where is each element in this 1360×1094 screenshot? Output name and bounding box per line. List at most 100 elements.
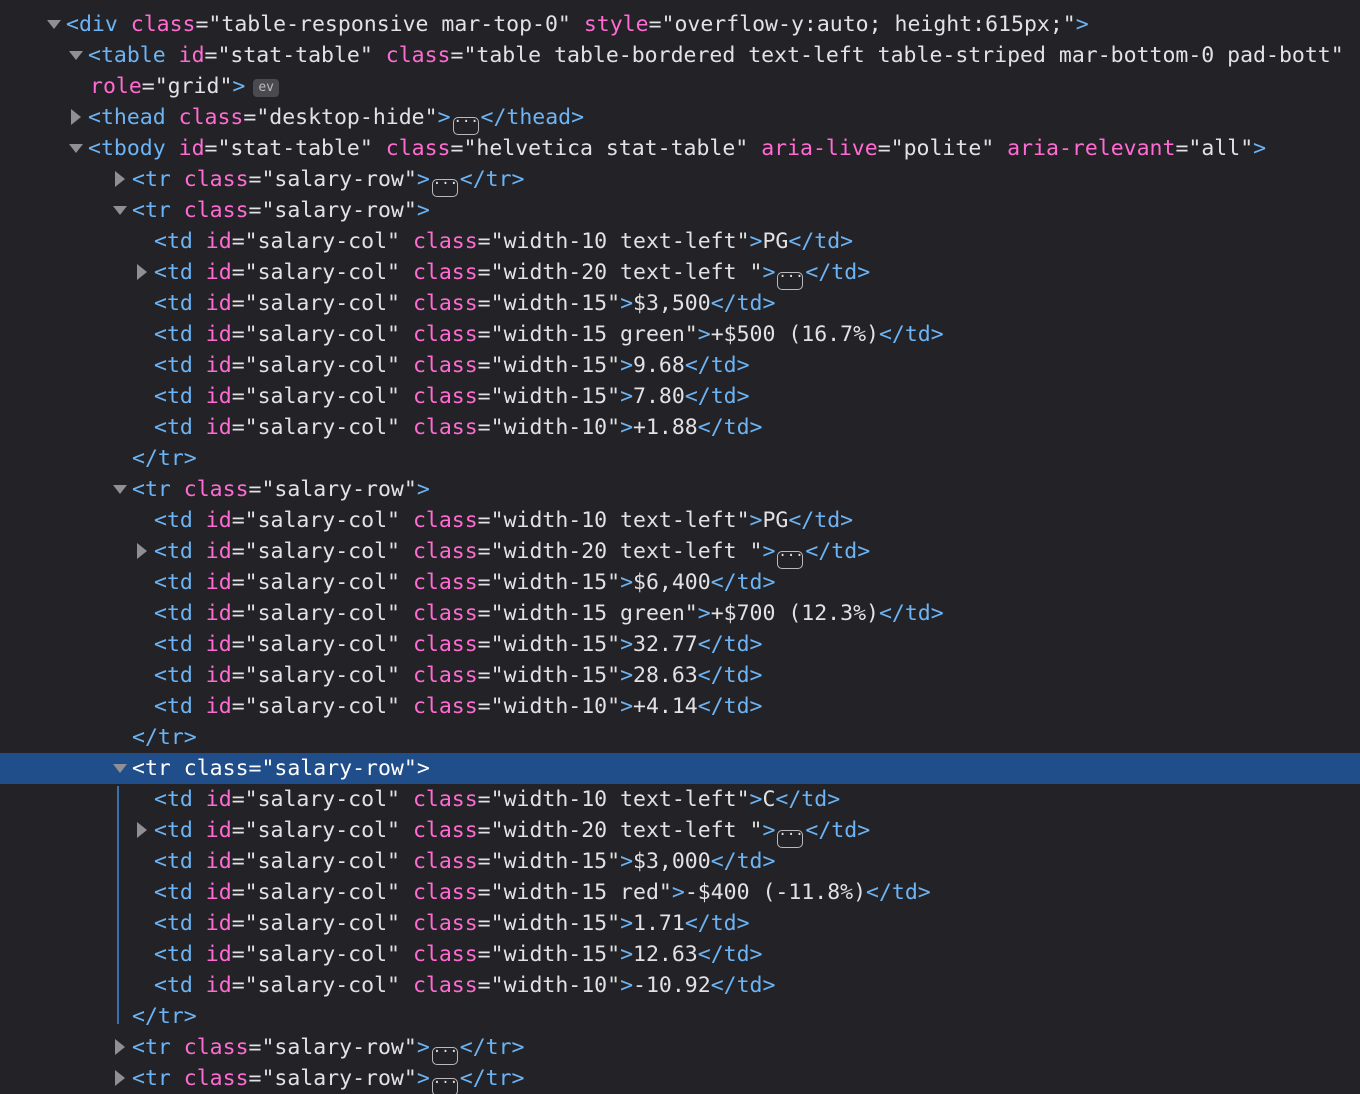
markup-node[interactable]: <td id="salary-col" class="width-10 text…	[0, 784, 1360, 815]
attribute-quote: ="	[231, 818, 258, 843]
markup-node[interactable]: <td id="salary-col" class="width-15">9.6…	[0, 350, 1360, 381]
attribute-value: stat-table	[230, 136, 360, 161]
markup-text: <td id="salary-col" class="width-20 text…	[154, 815, 870, 848]
attribute-quote: "	[684, 601, 698, 626]
markup-node[interactable]: <td id="salary-col" class="width-10">+4.…	[0, 691, 1360, 722]
markup-node[interactable]: <thead class="desktop-hide"> ···</thead>	[0, 102, 1360, 135]
attribute-quote: ="	[231, 539, 258, 564]
tag-bracket: >	[620, 663, 634, 688]
markup-text: <td id="salary-col" class="width-15">28.…	[154, 660, 763, 691]
markup-node[interactable]: </tr>	[0, 722, 1360, 753]
markup-node[interactable]: <td id="salary-col" class="width-15 gree…	[0, 598, 1360, 629]
collapse-triangle-icon[interactable]	[110, 474, 130, 505]
collapse-triangle-icon[interactable]	[66, 133, 86, 164]
markup-node[interactable]: <td id="salary-col" class="width-20 text…	[0, 257, 1360, 290]
attribute-value: salary-col	[257, 291, 388, 316]
tag-name: tr	[144, 1035, 171, 1060]
attribute-name: role	[90, 74, 142, 99]
markup-node[interactable]: <td id="salary-col" class="width-15">1.7…	[0, 908, 1360, 939]
markup-node[interactable]: </tr>	[0, 443, 1360, 474]
attribute-value: salary-col	[257, 508, 388, 533]
cell-text: +1.88	[633, 415, 698, 440]
tag-name: <td	[154, 384, 193, 409]
markup-node[interactable]: <tr class="salary-row"> ···</tr>	[0, 1032, 1360, 1065]
attribute-value: width-10	[503, 973, 608, 998]
attribute-quote: ="	[450, 136, 477, 161]
markup-node[interactable]: <td id="salary-col" class="width-20 text…	[0, 536, 1360, 569]
markup-node[interactable]: <div class="table-responsive mar-top-0" …	[0, 9, 1360, 40]
collapse-triangle-icon[interactable]	[66, 40, 86, 71]
markup-node[interactable]: <td id="salary-col" class="width-15">$3,…	[0, 846, 1360, 877]
attribute-name: id	[205, 911, 232, 936]
markup-node[interactable]: <tbody id="stat-table" class="helvetica …	[0, 133, 1360, 164]
cell-text: $3,000	[633, 849, 711, 874]
attribute-quote: ="	[1175, 136, 1202, 161]
markup-text: <td id="salary-col" class="width-15">7.8…	[154, 381, 750, 412]
markup-node[interactable]: <tr class="salary-row">	[0, 474, 1360, 505]
markup-node[interactable]: <table id="stat-table" class="table tabl…	[0, 40, 1360, 71]
attribute-quote: "	[1062, 12, 1076, 37]
markup-node[interactable]: <td id="salary-col" class="width-10">+1.…	[0, 412, 1360, 443]
tag-name: tr	[144, 198, 171, 223]
markup-node[interactable]: <td id="salary-col" class="width-20 text…	[0, 815, 1360, 848]
attribute-name: class	[183, 198, 249, 223]
cell-text: $6,400	[633, 570, 711, 595]
attribute-quote: ="	[248, 1035, 275, 1060]
attribute-name: class	[412, 787, 478, 812]
attribute-quote: ="	[231, 787, 258, 812]
markup-node[interactable]: <td id="salary-col" class="width-15">$6,…	[0, 567, 1360, 598]
attribute-name: id	[205, 229, 232, 254]
attribute-value: width-10 text-left	[503, 787, 737, 812]
markup-node[interactable]: <td id="salary-col" class="width-15">7.8…	[0, 381, 1360, 412]
tag-name: div	[78, 12, 118, 37]
markup-node[interactable]: <td id="salary-col" class="width-15">28.…	[0, 660, 1360, 691]
markup-node[interactable]: <td id="salary-col" class="width-10">-10…	[0, 970, 1360, 1001]
attribute-value: width-10	[503, 415, 608, 440]
markup-node[interactable]: </tr>	[0, 1001, 1360, 1032]
markup-node[interactable]: <td id="salary-col" class="width-15 red"…	[0, 877, 1360, 908]
markup-node[interactable]: <td id="salary-col" class="width-10 text…	[0, 226, 1360, 257]
markup-text: <td id="salary-col" class="width-15 gree…	[154, 319, 944, 350]
closing-tag: </td>	[684, 353, 750, 378]
ellipsis-icon[interactable]: ···	[431, 1076, 458, 1094]
markup-node[interactable]: <tr class="salary-row"> ···</tr>	[0, 1063, 1360, 1094]
markup-node[interactable]: <tr class="salary-row">	[0, 195, 1360, 226]
expand-triangle-icon[interactable]	[66, 102, 86, 133]
closing-tag: </td>	[805, 260, 871, 285]
attribute-name: class	[412, 632, 478, 657]
collapse-triangle-icon[interactable]	[110, 753, 130, 784]
expand-triangle-icon[interactable]	[110, 1063, 130, 1094]
collapse-triangle-icon[interactable]	[44, 9, 64, 40]
attribute-quote: "	[387, 880, 400, 905]
markup-node[interactable]: <tr class="salary-row"> ···</tr>	[0, 164, 1360, 197]
collapse-triangle-icon[interactable]	[110, 195, 130, 226]
attribute-name: class	[412, 570, 478, 595]
selected-markup-node[interactable]: <tr class="salary-row">	[0, 753, 1360, 784]
attribute-quote: "	[607, 973, 621, 998]
attribute-quote: ="	[231, 663, 258, 688]
markup-node[interactable]: <td id="salary-col" class="width-15">32.…	[0, 629, 1360, 660]
attribute-value: salary-col	[257, 818, 388, 843]
tag-bracket: >	[697, 601, 711, 626]
expand-triangle-icon[interactable]	[110, 1032, 130, 1063]
tag-bracket: >	[671, 880, 685, 905]
markup-node[interactable]: role="grid"> ev	[0, 71, 1360, 102]
attribute-quote: "	[387, 415, 400, 440]
attribute-quote: "	[658, 880, 672, 905]
attribute-name: class	[412, 322, 478, 347]
expand-triangle-icon[interactable]	[132, 536, 152, 567]
markup-node[interactable]: <td id="salary-col" class="width-15">12.…	[0, 939, 1360, 970]
expand-triangle-icon[interactable]	[132, 257, 152, 288]
expand-triangle-icon[interactable]	[110, 164, 130, 195]
markup-node[interactable]: <td id="salary-col" class="width-15">$3,…	[0, 288, 1360, 319]
event-badge[interactable]: ev	[253, 79, 280, 97]
attribute-name: class	[412, 601, 478, 626]
closing-tag: </td>	[697, 942, 763, 967]
attribute-value: salary-col	[257, 942, 388, 967]
tag-bracket: >	[620, 570, 634, 595]
markup-node[interactable]: <td id="salary-col" class="width-15 gree…	[0, 319, 1360, 350]
attribute-quote: ="	[231, 260, 258, 285]
expand-triangle-icon[interactable]	[132, 815, 152, 846]
attribute-quote: "	[387, 849, 400, 874]
markup-node[interactable]: <td id="salary-col" class="width-10 text…	[0, 505, 1360, 536]
